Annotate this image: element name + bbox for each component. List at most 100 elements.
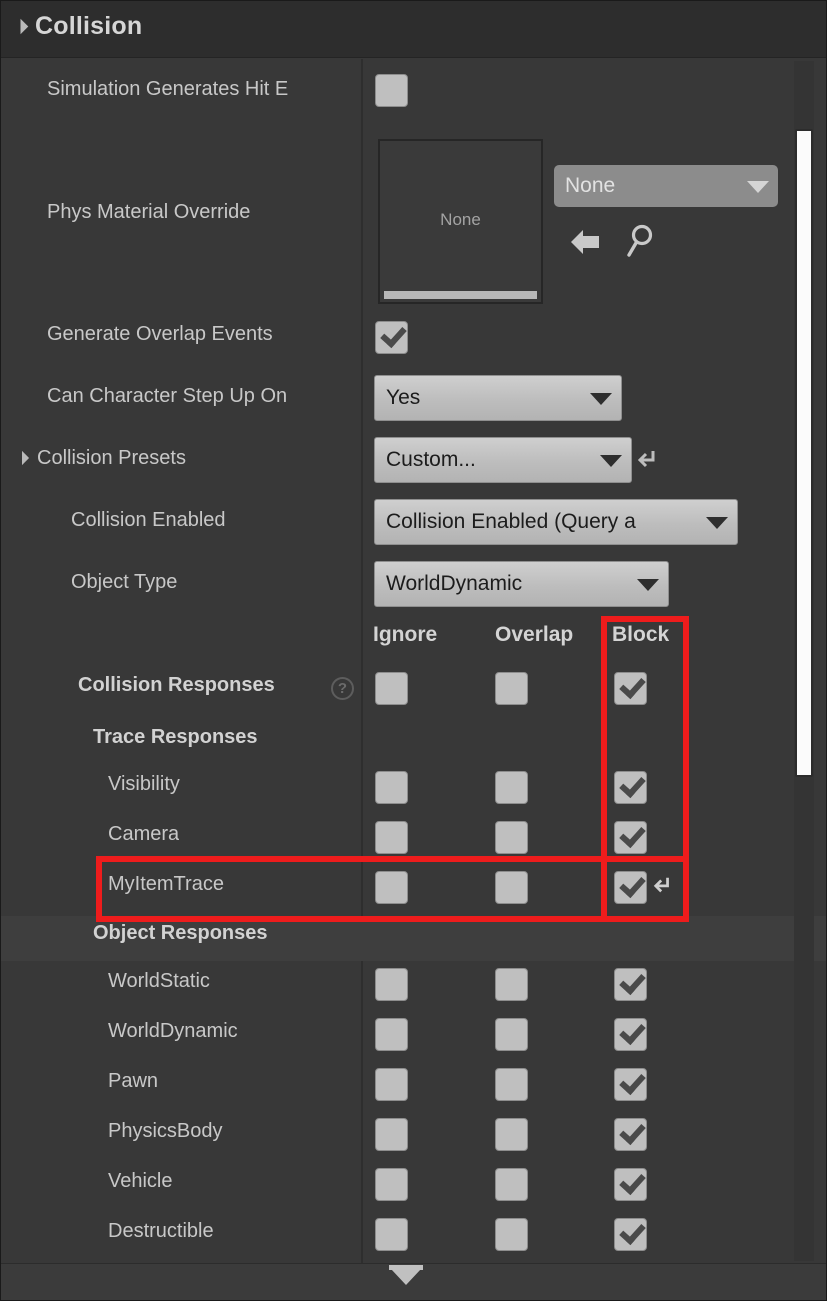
vehicle-overlap-checkbox[interactable]	[495, 1168, 528, 1201]
row-collision-enabled: Collision Enabled Collision Enabled (Que…	[1, 493, 826, 553]
row-simulation-generates-hit-events: Simulation Generates Hit E	[1, 60, 826, 122]
row-collision-presets: Collision Presets Custom...	[1, 431, 826, 491]
can-character-step-up-on-combo[interactable]: Yes	[374, 375, 622, 421]
myitemtrace-label: MyItemTrace	[108, 873, 224, 896]
physicsbody-label: PhysicsBody	[108, 1120, 223, 1143]
collision-presets-reset-button[interactable]	[637, 447, 659, 476]
physicsbody-block-checkbox[interactable]	[614, 1118, 647, 1151]
browse-to-asset-button[interactable]	[567, 225, 603, 259]
row-generate-overlap-events: Generate Overlap Events	[1, 309, 826, 365]
row-trace-responses-header: Trace Responses	[1, 719, 826, 765]
collision-presets-value: Custom...	[386, 448, 476, 472]
row-worlddynamic: WorldDynamic	[1, 1011, 826, 1061]
row-visibility: Visibility	[1, 764, 826, 814]
vehicle-label: Vehicle	[108, 1170, 173, 1193]
simulation-generates-hit-events-checkbox[interactable]	[375, 74, 408, 107]
phys-material-override-label: Phys Material Override	[47, 201, 250, 224]
visibility-ignore-checkbox[interactable]	[375, 771, 408, 804]
page-title: Collision	[35, 12, 142, 41]
collision-enabled-value: Collision Enabled (Query a	[386, 510, 636, 534]
collision-responses-ignore-checkbox[interactable]	[375, 672, 408, 705]
destructible-block-checkbox[interactable]	[614, 1218, 647, 1251]
collision-responses-block-checkbox[interactable]	[614, 672, 647, 705]
collision-responses-label: Collision Responses	[78, 674, 275, 697]
destructible-ignore-checkbox[interactable]	[375, 1218, 408, 1251]
magnifier-icon	[625, 224, 657, 258]
row-can-character-step-up-on: Can Character Step Up On Yes	[1, 369, 826, 429]
camera-overlap-checkbox[interactable]	[495, 821, 528, 854]
reset-arrow-icon	[653, 874, 673, 896]
camera-block-checkbox[interactable]	[614, 821, 647, 854]
worldstatic-label: WorldStatic	[108, 970, 210, 993]
row-destructible: Destructible	[1, 1211, 826, 1261]
worlddynamic-overlap-checkbox[interactable]	[495, 1018, 528, 1051]
chevron-down-icon	[747, 181, 769, 193]
chevron-down-icon	[590, 393, 612, 405]
camera-ignore-checkbox[interactable]	[375, 821, 408, 854]
collision-enabled-label: Collision Enabled	[71, 509, 226, 532]
collision-presets-combo[interactable]: Custom...	[374, 437, 632, 483]
vehicle-ignore-checkbox[interactable]	[375, 1168, 408, 1201]
simulation-generates-hit-events-label: Simulation Generates Hit E	[47, 78, 288, 101]
trace-responses-header-label: Trace Responses	[93, 726, 258, 749]
camera-label: Camera	[108, 823, 179, 846]
collision-responses-overlap-checkbox[interactable]	[495, 672, 528, 705]
myitemtrace-ignore-checkbox[interactable]	[375, 871, 408, 904]
generate-overlap-events-label: Generate Overlap Events	[47, 323, 273, 346]
generate-overlap-events-checkbox[interactable]	[375, 321, 408, 354]
can-character-step-up-on-label: Can Character Step Up On	[47, 385, 287, 408]
worlddynamic-block-checkbox[interactable]	[614, 1018, 647, 1051]
object-type-combo[interactable]: WorldDynamic	[374, 561, 669, 607]
destructible-label: Destructible	[108, 1220, 214, 1243]
phys-material-thumbnail[interactable]: None	[378, 139, 543, 304]
thumbnail-bottom-bar	[384, 291, 537, 299]
visibility-block-checkbox[interactable]	[614, 771, 647, 804]
physicsbody-overlap-checkbox[interactable]	[495, 1118, 528, 1151]
chevron-down-icon	[706, 517, 728, 529]
row-collision-responses: Collision Responses ?	[1, 664, 826, 716]
phys-material-asset-combo[interactable]: None	[554, 165, 778, 207]
search-asset-button[interactable]	[623, 223, 659, 259]
worlddynamic-ignore-checkbox[interactable]	[375, 1018, 408, 1051]
myitemtrace-block-checkbox[interactable]	[614, 871, 647, 904]
show-more-arrow-icon[interactable]	[391, 1269, 421, 1285]
worldstatic-block-checkbox[interactable]	[614, 968, 647, 1001]
pawn-label: Pawn	[108, 1070, 158, 1093]
myitemtrace-reset-button[interactable]	[653, 874, 673, 901]
row-phys-material-override: Phys Material Override None None	[1, 123, 826, 307]
vehicle-block-checkbox[interactable]	[614, 1168, 647, 1201]
column-header-block: Block	[612, 623, 669, 647]
physicsbody-ignore-checkbox[interactable]	[375, 1118, 408, 1151]
pawn-block-checkbox[interactable]	[614, 1068, 647, 1101]
worlddynamic-label: WorldDynamic	[108, 1020, 238, 1043]
row-object-type: Object Type WorldDynamic	[1, 555, 826, 615]
collision-presets-expander-icon[interactable]	[15, 451, 29, 465]
category-expander-icon[interactable]	[13, 19, 29, 35]
row-vehicle: Vehicle	[1, 1161, 826, 1211]
row-object-responses-header: Object Responses	[1, 916, 826, 961]
row-pawn: Pawn	[1, 1061, 826, 1111]
column-header-ignore: Ignore	[373, 623, 437, 647]
object-type-label: Object Type	[71, 571, 177, 594]
myitemtrace-overlap-checkbox[interactable]	[495, 871, 528, 904]
worldstatic-overlap-checkbox[interactable]	[495, 968, 528, 1001]
object-responses-header-label: Object Responses	[93, 922, 268, 945]
visibility-overlap-checkbox[interactable]	[495, 771, 528, 804]
collision-responses-help-icon[interactable]: ?	[331, 677, 354, 700]
chevron-down-icon	[637, 579, 659, 591]
visibility-label: Visibility	[108, 773, 180, 796]
collision-category-header[interactable]: Collision	[1, 1, 826, 58]
label-clip-region: Simulation Generates Hit E	[1, 60, 359, 122]
pawn-ignore-checkbox[interactable]	[375, 1068, 408, 1101]
worldstatic-ignore-checkbox[interactable]	[375, 968, 408, 1001]
column-header-overlap: Overlap	[495, 623, 573, 647]
vertical-scrollbar-thumb[interactable]	[795, 129, 813, 777]
row-physicsbody: PhysicsBody	[1, 1111, 826, 1161]
destructible-overlap-checkbox[interactable]	[495, 1218, 528, 1251]
reset-arrow-icon	[637, 447, 659, 471]
row-camera: Camera	[1, 814, 826, 864]
pawn-overlap-checkbox[interactable]	[495, 1068, 528, 1101]
collision-enabled-combo[interactable]: Collision Enabled (Query a	[374, 499, 738, 545]
row-myitemtrace: MyItemTrace	[1, 864, 826, 916]
collision-presets-label: Collision Presets	[37, 447, 186, 470]
